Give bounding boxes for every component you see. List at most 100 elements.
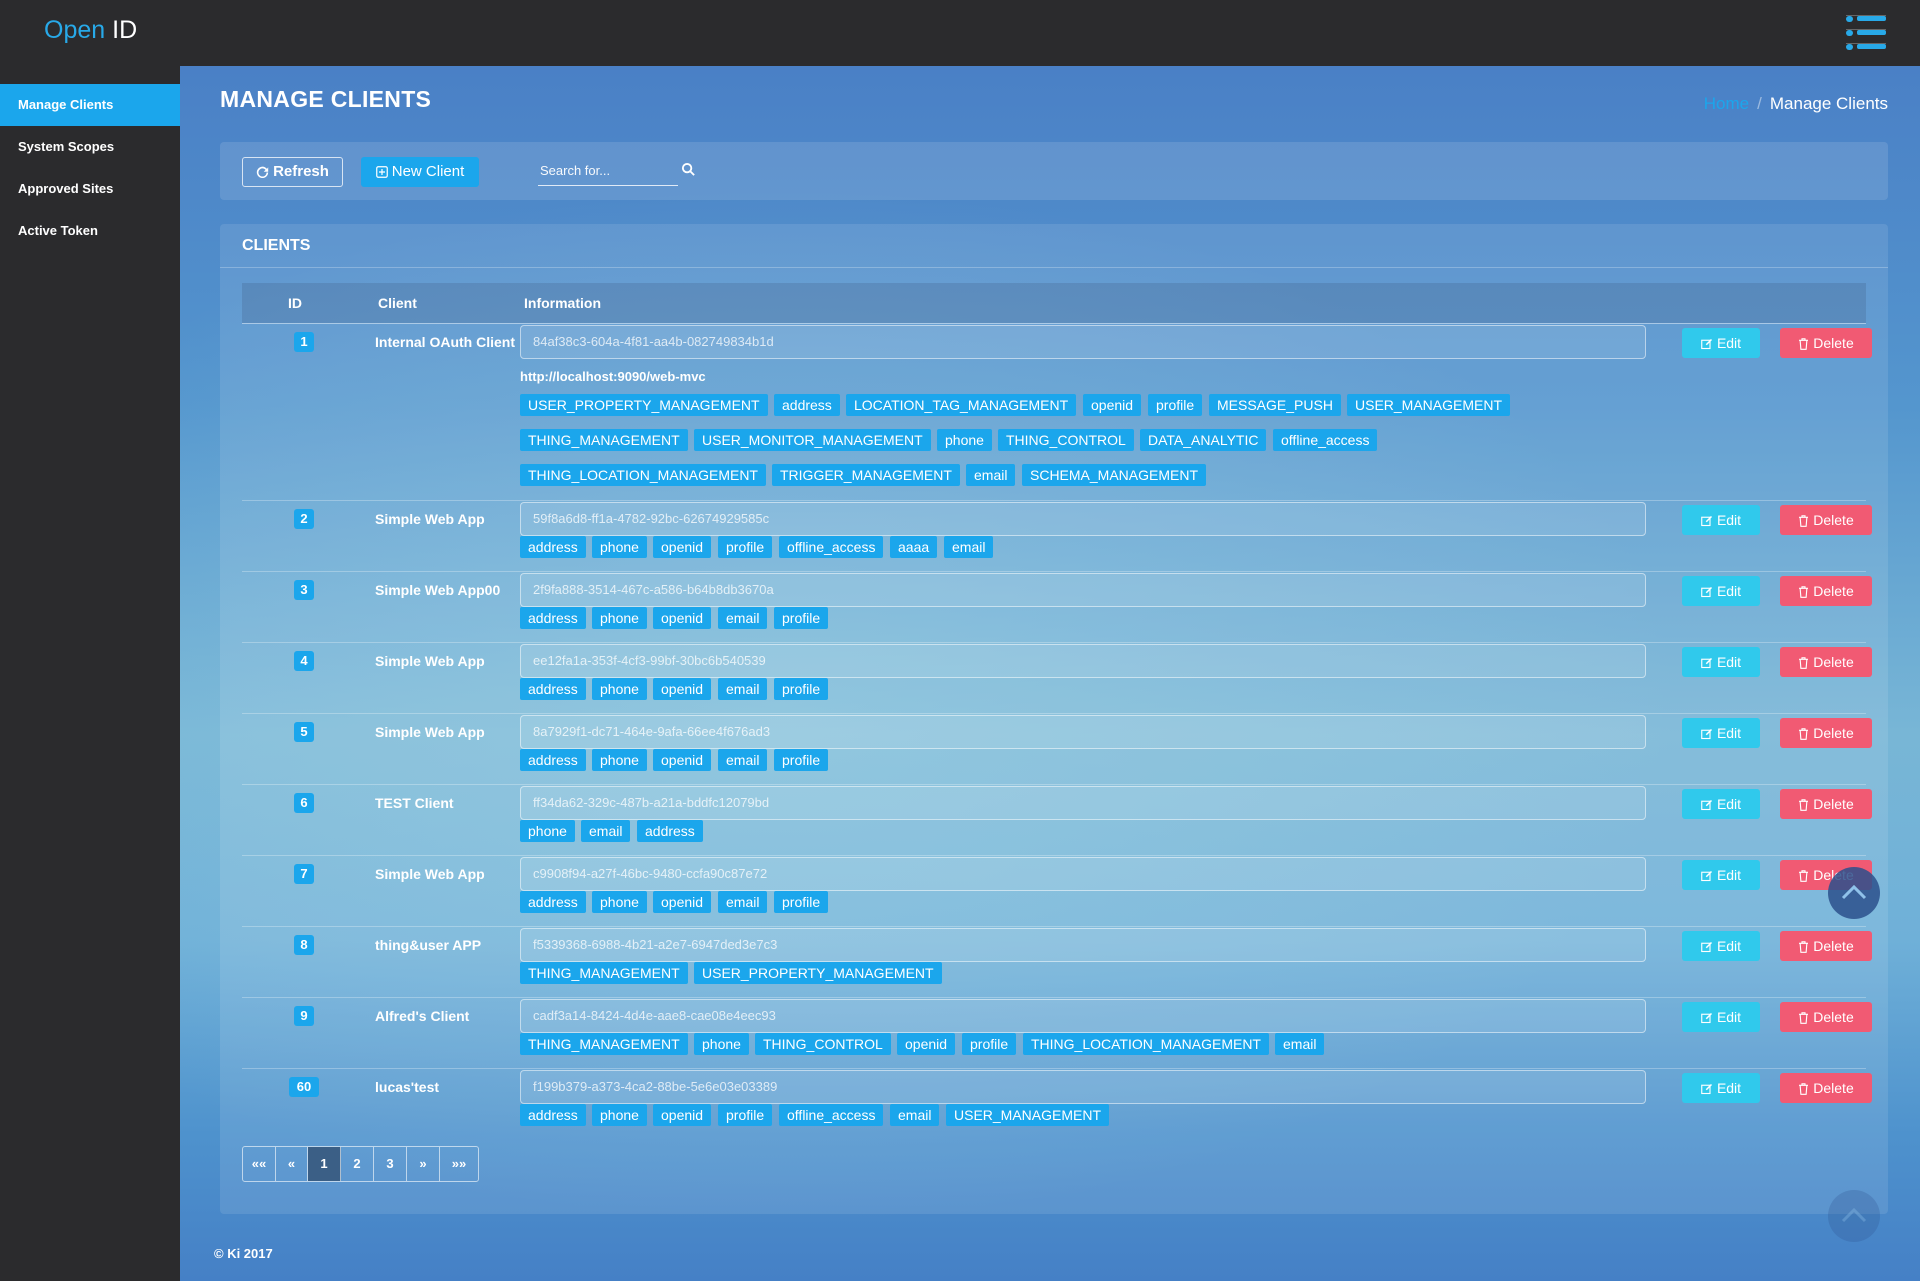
scope-tag: address (520, 607, 586, 629)
scope-tag: offline_access (779, 1104, 884, 1126)
client-id-field[interactable]: 84af38c3-604a-4f81-aa4b-082749834b1d (520, 325, 1646, 359)
delete-button[interactable]: Delete (1780, 931, 1872, 961)
scope-tag: phone (937, 429, 992, 451)
scope-tag: DATA_ANALYTIC (1140, 429, 1267, 451)
scope-tag: profile (962, 1033, 1017, 1055)
edit-icon (1701, 729, 1712, 740)
scope-tag: openid (653, 891, 712, 913)
client-id-field[interactable]: ee12fa1a-353f-4cf3-99bf-30bc6b540539 (520, 644, 1646, 678)
edit-label: Edit (1716, 938, 1742, 954)
main-content: MANAGE CLIENTS Home / Manage Clients Refre… (180, 66, 1920, 1281)
pagination-page-2[interactable]: 2 (341, 1147, 374, 1181)
edit-button[interactable]: Edit (1682, 328, 1760, 358)
scope-tag: address (520, 678, 586, 700)
edit-icon (1701, 339, 1712, 350)
scroll-to-top-button-faint[interactable] (1828, 1190, 1880, 1242)
scope-tag: USER_MANAGEMENT (1347, 394, 1511, 416)
search-icon[interactable] (681, 162, 696, 177)
delete-label: Delete (1813, 512, 1854, 528)
client-id-field[interactable]: f5339368-6988-4b21-a2e7-6947ded3e7c3 (520, 928, 1646, 962)
scope-tag: phone (592, 749, 647, 771)
client-id-badge: 4 (294, 651, 314, 671)
scope-tag: THING_MANAGEMENT (520, 1033, 688, 1055)
edit-icon (1701, 516, 1712, 527)
edit-button[interactable]: Edit (1682, 647, 1760, 677)
pagination-last[interactable]: »» (440, 1147, 478, 1181)
client-id-field[interactable]: 59f8a6d8-ff1a-4782-92bc-62674929585c (520, 502, 1646, 536)
delete-button[interactable]: Delete (1780, 1073, 1872, 1103)
chevron-up-icon (1841, 884, 1867, 900)
breadcrumb-home-link[interactable]: Home (1704, 94, 1749, 113)
new-client-button[interactable]: New Client (361, 157, 479, 187)
scope-tag: openid (653, 1104, 712, 1126)
scope-tag: THING_LOCATION_MANAGEMENT (520, 464, 766, 486)
breadcrumb: Home / Manage Clients (1704, 94, 1888, 114)
search-input[interactable] (538, 156, 678, 186)
sidebar-item-system-scopes[interactable]: System Scopes (0, 126, 180, 168)
scope-tag: phone (592, 1104, 647, 1126)
pagination: «« « 1 2 3 » »» (242, 1146, 479, 1182)
pagination-first[interactable]: «« (243, 1147, 276, 1181)
list-menu-icon[interactable] (1846, 15, 1886, 50)
client-id-field[interactable]: cadf3a14-8424-4d4e-aae8-cae08e4eec93 (520, 999, 1646, 1033)
breadcrumb-current: Manage Clients (1769, 94, 1888, 113)
scope-tag: offline_access (779, 536, 884, 558)
edit-label: Edit (1716, 1009, 1742, 1025)
toolbar-panel: Refresh New Client (220, 142, 1888, 200)
edit-label: Edit (1716, 583, 1742, 599)
edit-button[interactable]: Edit (1682, 1073, 1760, 1103)
pagination-next[interactable]: » (407, 1147, 440, 1181)
pagination-page-1[interactable]: 1 (308, 1147, 341, 1181)
scope-tag: phone (520, 820, 575, 842)
sidebar-item-approved-sites[interactable]: Approved Sites (0, 168, 180, 210)
scope-tag: openid (1083, 394, 1142, 416)
sidebar-item-manage-clients[interactable]: Manage Clients (0, 84, 180, 126)
edit-button[interactable]: Edit (1682, 718, 1760, 748)
client-id-field[interactable]: f199b379-a373-4ca2-88be-5e6e03e03389 (520, 1070, 1646, 1104)
delete-button[interactable]: Delete (1780, 505, 1872, 535)
edit-icon (1701, 871, 1712, 882)
edit-icon (1701, 942, 1712, 953)
brand-logo[interactable]: Open ID (44, 14, 137, 46)
sidebar: Manage Clients System Scopes Approved Si… (0, 66, 180, 1281)
scope-tag: openid (653, 607, 712, 629)
client-id-field[interactable]: c9908f94-a27f-46bc-9480-ccfa90c87e72 (520, 857, 1646, 891)
edit-button[interactable]: Edit (1682, 860, 1760, 890)
scope-tag: address (774, 394, 840, 416)
trash-icon (1799, 515, 1809, 528)
client-id-field[interactable]: ff34da62-329c-487b-a21a-bddfc12079bd (520, 786, 1646, 820)
scope-tag: email (890, 1104, 940, 1126)
edit-button[interactable]: Edit (1682, 1002, 1760, 1032)
delete-button[interactable]: Delete (1780, 576, 1872, 606)
client-id-field[interactable]: 8a7929f1-dc71-464e-9afa-66ee4f676ad3 (520, 715, 1646, 749)
refresh-button[interactable]: Refresh (242, 157, 343, 187)
delete-button[interactable]: Delete (1780, 789, 1872, 819)
delete-label: Delete (1813, 1009, 1854, 1025)
edit-label: Edit (1716, 796, 1742, 812)
edit-button[interactable]: Edit (1682, 789, 1760, 819)
clients-panel-title: CLIENTS (242, 237, 311, 254)
pagination-page-3[interactable]: 3 (374, 1147, 407, 1181)
scope-tag: email (718, 891, 768, 913)
pagination-prev[interactable]: « (276, 1147, 308, 1181)
scope-tag: phone (592, 678, 647, 700)
chevron-up-icon (1841, 1207, 1867, 1223)
scope-tag: email (581, 820, 631, 842)
edit-button[interactable]: Edit (1682, 505, 1760, 535)
client-id-field[interactable]: 2f9fa888-3514-467c-a586-b64b8db3670a (520, 573, 1646, 607)
delete-button[interactable]: Delete (1780, 647, 1872, 677)
client-name: Simple Web App (375, 511, 485, 527)
edit-button[interactable]: Edit (1682, 931, 1760, 961)
scope-tag: profile (774, 678, 829, 700)
edit-button[interactable]: Edit (1682, 576, 1760, 606)
scope-tag: THING_CONTROL (998, 429, 1134, 451)
scroll-to-top-button[interactable] (1828, 867, 1880, 919)
client-id-badge: 1 (294, 332, 314, 352)
sidebar-item-active-token[interactable]: Active Token (0, 210, 180, 252)
scope-tag: THING_MANAGEMENT (520, 429, 688, 451)
delete-button[interactable]: Delete (1780, 718, 1872, 748)
breadcrumb-separator: / (1757, 94, 1762, 113)
delete-button[interactable]: Delete (1780, 328, 1872, 358)
scope-tag: address (637, 820, 703, 842)
delete-button[interactable]: Delete (1780, 1002, 1872, 1032)
